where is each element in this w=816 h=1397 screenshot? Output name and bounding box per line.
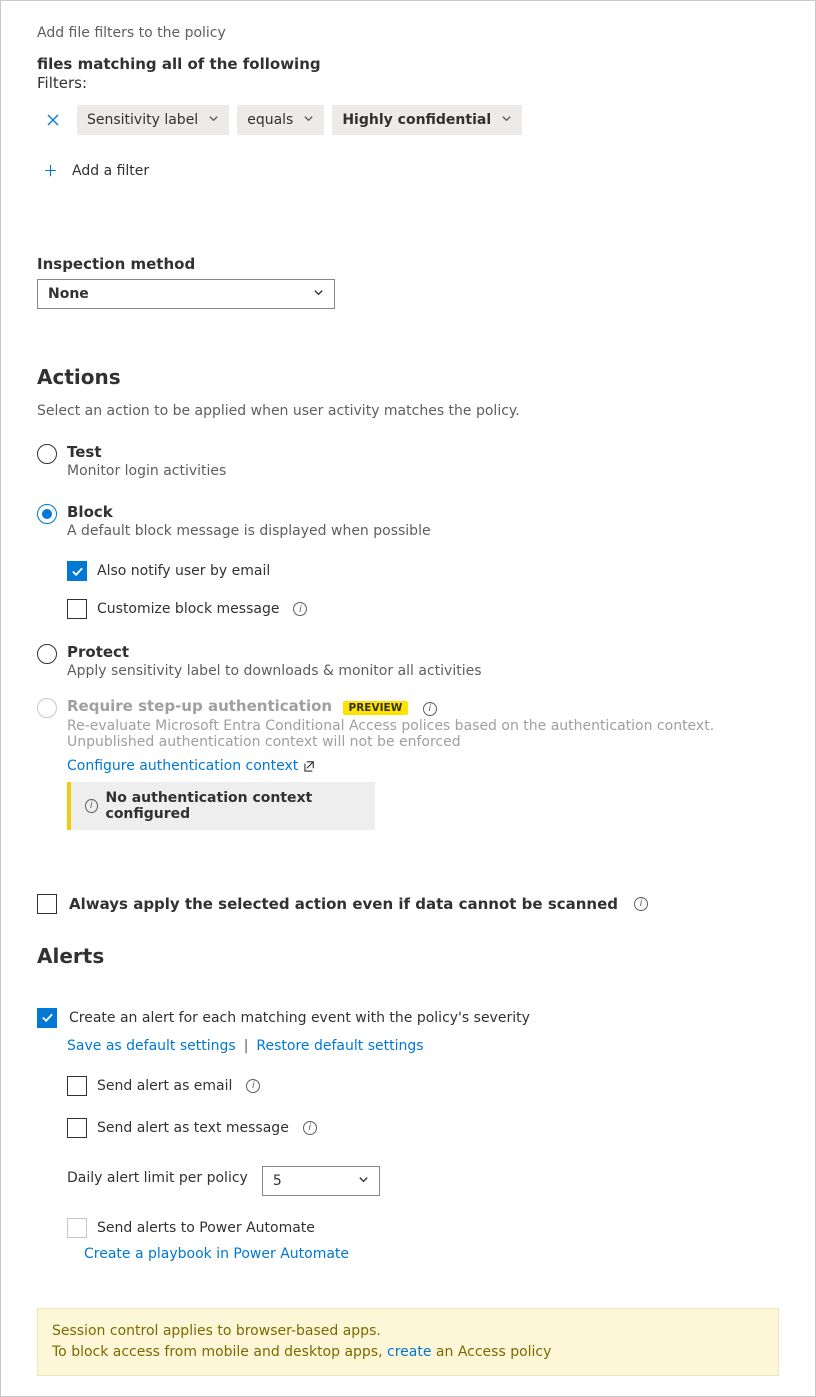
auth-warning: i No authentication context configured xyxy=(67,782,375,830)
info-icon[interactable]: i xyxy=(634,897,648,911)
action-block-row: Block A default block message is display… xyxy=(37,503,779,539)
create-alert-label: Create an alert for each matching event … xyxy=(69,1010,530,1026)
auth-warning-text: No authentication context configured xyxy=(106,790,365,822)
info-icon[interactable]: i xyxy=(303,1121,317,1135)
action-block-label: Block xyxy=(67,503,431,521)
create-alert-row: Create an alert for each matching event … xyxy=(37,1008,779,1028)
configure-auth-link[interactable]: Configure authentication context xyxy=(67,758,298,774)
info-icon[interactable]: i xyxy=(246,1079,260,1093)
action-stepup-desc: Re-evaluate Microsoft Entra Conditional … xyxy=(67,718,779,750)
send-text-checkbox[interactable] xyxy=(67,1118,87,1138)
footer-create-link[interactable]: create xyxy=(387,1344,431,1360)
action-test-radio[interactable] xyxy=(37,444,57,464)
action-block-radio[interactable] xyxy=(37,504,57,524)
send-text-row: Send alert as text message i xyxy=(67,1118,779,1138)
customize-msg-checkbox[interactable] xyxy=(67,599,87,619)
chevron-down-icon xyxy=(303,112,314,128)
chevron-down-icon xyxy=(313,286,324,302)
configure-auth-row: Configure authentication context xyxy=(67,758,779,774)
filter-field-dropdown[interactable]: Sensitivity label xyxy=(77,105,229,135)
filters-title: files matching all of the following xyxy=(37,55,779,73)
action-test-row: Test Monitor login activities xyxy=(37,443,779,479)
send-email-row: Send alert as email i xyxy=(67,1076,779,1096)
filter-value-dropdown[interactable]: Highly confidential xyxy=(332,105,522,135)
action-test-desc: Monitor login activities xyxy=(67,463,226,479)
filter-row: Sensitivity label equals Highly confiden… xyxy=(37,104,779,136)
notify-email-label: Also notify user by email xyxy=(97,563,270,579)
restore-default-link[interactable]: Restore default settings xyxy=(256,1038,423,1054)
daily-limit-value: 5 xyxy=(273,1173,282,1189)
send-email-checkbox[interactable] xyxy=(67,1076,87,1096)
info-icon[interactable]: i xyxy=(293,602,307,616)
add-filter-label: Add a filter xyxy=(72,163,149,179)
filters-sub: Filters: xyxy=(37,74,779,92)
alerts-heading: Alerts xyxy=(37,944,779,968)
always-apply-checkbox[interactable] xyxy=(37,894,57,914)
actions-heading: Actions xyxy=(37,365,779,389)
inspection-value: None xyxy=(48,286,89,302)
chevron-down-icon xyxy=(208,112,219,128)
always-apply-label: Always apply the selected action even if… xyxy=(69,895,618,913)
action-stepup-label: Require step-up authentication xyxy=(67,697,332,715)
inspection-method-select[interactable]: None xyxy=(37,279,335,309)
power-automate-checkbox[interactable] xyxy=(67,1218,87,1238)
action-protect-row: Protect Apply sensitivity label to downl… xyxy=(37,643,779,679)
power-automate-row: Send alerts to Power Automate xyxy=(67,1218,779,1238)
action-stepup-row: Require step-up authentication PREVIEW i… xyxy=(37,697,779,830)
playbook-link[interactable]: Create a playbook in Power Automate xyxy=(84,1246,349,1262)
daily-limit-label: Daily alert limit per policy xyxy=(67,1170,248,1186)
filter-value-label: Highly confidential xyxy=(342,112,491,128)
always-apply-row: Always apply the selected action even if… xyxy=(37,894,779,914)
action-block-desc: A default block message is displayed whe… xyxy=(67,523,431,539)
daily-limit-row: Daily alert limit per policy 5 xyxy=(67,1160,779,1196)
page-hint: Add file filters to the policy xyxy=(37,25,779,41)
action-protect-label: Protect xyxy=(67,643,482,661)
notify-email-row: Also notify user by email xyxy=(67,561,779,581)
plus-icon: ＋ xyxy=(43,160,58,181)
filter-op-dropdown[interactable]: equals xyxy=(237,105,324,135)
footer-line2b: an Access policy xyxy=(431,1344,551,1360)
filter-field-label: Sensitivity label xyxy=(87,112,198,128)
filter-op-label: equals xyxy=(247,112,293,128)
preview-badge: PREVIEW xyxy=(343,701,409,715)
footer-note: Session control applies to browser-based… xyxy=(37,1308,779,1376)
create-alert-checkbox[interactable] xyxy=(37,1008,57,1028)
add-filter-button[interactable]: ＋ Add a filter xyxy=(37,160,779,181)
inspection-label: Inspection method xyxy=(37,255,779,273)
chevron-down-icon xyxy=(501,112,512,128)
actions-desc: Select an action to be applied when user… xyxy=(37,403,779,419)
info-icon[interactable]: i xyxy=(423,702,437,716)
footer-line2a: To block access from mobile and desktop … xyxy=(52,1344,387,1360)
power-automate-label: Send alerts to Power Automate xyxy=(97,1220,315,1236)
info-icon: i xyxy=(85,799,98,813)
remove-filter-icon[interactable] xyxy=(37,104,69,136)
send-text-label: Send alert as text message xyxy=(97,1120,289,1136)
save-default-link[interactable]: Save as default settings xyxy=(67,1038,236,1054)
divider: | xyxy=(244,1038,249,1054)
customize-msg-label: Customize block message xyxy=(97,601,279,617)
action-protect-radio[interactable] xyxy=(37,644,57,664)
action-stepup-radio xyxy=(37,698,57,718)
action-test-label: Test xyxy=(67,443,226,461)
send-email-label: Send alert as email xyxy=(97,1078,232,1094)
alert-settings-links: Save as default settings | Restore defau… xyxy=(67,1038,779,1054)
action-protect-desc: Apply sensitivity label to downloads & m… xyxy=(67,663,482,679)
chevron-down-icon xyxy=(358,1173,369,1189)
footer-line1: Session control applies to browser-based… xyxy=(52,1321,764,1342)
notify-email-checkbox[interactable] xyxy=(67,561,87,581)
customize-msg-row: Customize block message i xyxy=(67,599,779,619)
external-link-icon xyxy=(304,759,317,772)
daily-limit-select[interactable]: 5 xyxy=(262,1166,380,1196)
